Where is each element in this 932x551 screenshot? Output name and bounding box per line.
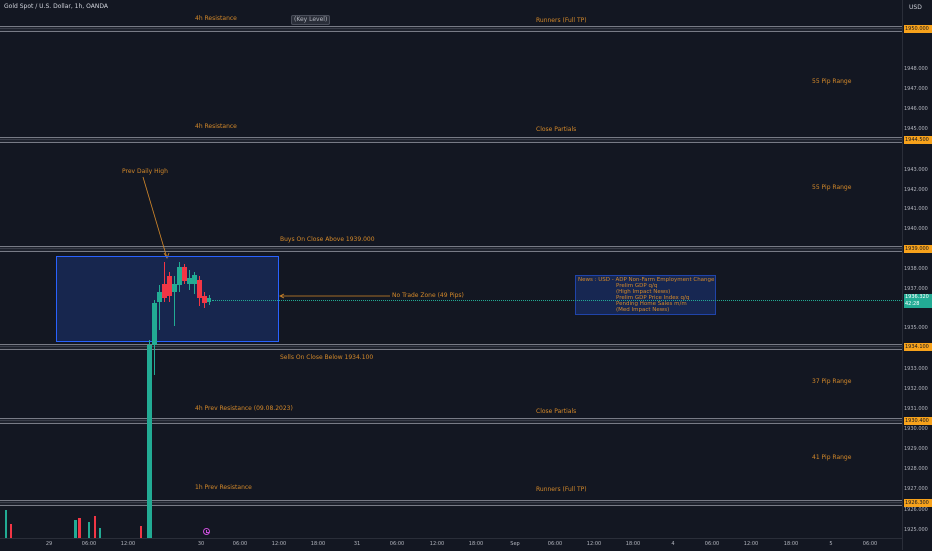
price-label: 1935.000 xyxy=(904,325,928,331)
price-label: 1927.000 xyxy=(904,486,928,492)
current-price-tag: 1936.320 42:28 xyxy=(904,294,932,308)
time-label: 18:00 xyxy=(625,541,641,547)
current-price-line xyxy=(212,300,902,301)
news-line-6: (Med Impact News) xyxy=(616,307,670,313)
candle-body xyxy=(147,345,152,538)
time-label: 06:00 xyxy=(862,541,878,547)
price-label: 1926.000 xyxy=(904,507,928,513)
price-label: 1930.000 xyxy=(904,426,928,432)
price-label: 1933.000 xyxy=(904,366,928,372)
price-tag-1939: 1939.000 xyxy=(904,245,932,253)
price-label: 1947.000 xyxy=(904,86,928,92)
price-tag-1930-4: 1930.400 xyxy=(904,417,932,425)
time-label: 06:00 xyxy=(232,541,248,547)
price-label: 1943.000 xyxy=(904,167,928,173)
chart-pane[interactable]: Gold Spot / U.S. Dollar, 1h, OANDA 4h Re… xyxy=(0,0,902,538)
currency-label[interactable]: USD xyxy=(909,4,922,11)
price-label: 1946.000 xyxy=(904,106,928,112)
price-label: 1928.000 xyxy=(904,466,928,472)
price-label: 1937.000 xyxy=(904,286,928,292)
price-label: 1929.000 xyxy=(904,446,928,452)
price-tag-1934-1: 1934.100 xyxy=(904,343,932,351)
time-label: 18:00 xyxy=(310,541,326,547)
time-label: Sep xyxy=(510,541,520,547)
time-label: 06:00 xyxy=(81,541,97,547)
price-tag-1926-3: 1926.300 xyxy=(904,499,932,507)
time-label: 29 xyxy=(45,541,53,547)
price-label: 1931.000 xyxy=(904,406,928,412)
time-label: 18:00 xyxy=(468,541,484,547)
price-label: 1948.000 xyxy=(904,66,928,72)
time-label: 12:00 xyxy=(429,541,445,547)
time-label: 31 xyxy=(353,541,361,547)
price-label: 1942.000 xyxy=(904,187,928,193)
clock-icon[interactable] xyxy=(203,528,210,535)
time-label: 5 xyxy=(829,541,833,547)
time-label: 06:00 xyxy=(389,541,405,547)
time-label: 12:00 xyxy=(120,541,136,547)
time-label: 12:00 xyxy=(271,541,287,547)
time-label: 12:00 xyxy=(743,541,759,547)
time-label: 30 xyxy=(197,541,205,547)
price-label: 1925.000 xyxy=(904,527,928,533)
price-tag-1950: 1950.000 xyxy=(904,25,932,33)
current-price-value: 1936.320 xyxy=(905,294,929,300)
no-trade-zone[interactable] xyxy=(56,256,279,342)
time-label: 06:00 xyxy=(704,541,720,547)
price-label: 1941.000 xyxy=(904,206,928,212)
price-tag-1944-5: 1944.500 xyxy=(904,136,932,144)
price-label: 1932.000 xyxy=(904,386,928,392)
countdown-value: 42:28 xyxy=(905,301,920,307)
price-label: 1940.000 xyxy=(904,226,928,232)
candle-body xyxy=(207,298,211,302)
candle-body xyxy=(172,284,177,292)
price-label: 1938.000 xyxy=(904,266,928,272)
price-axis[interactable]: USD 1950.000 1948.000 1947.000 1946.000 … xyxy=(902,0,932,550)
candle-body xyxy=(152,303,157,345)
news-box[interactable]: News : USD - ADP Non-Farm Employment Cha… xyxy=(575,275,716,315)
time-label: 12:00 xyxy=(586,541,602,547)
price-label: 1945.000 xyxy=(904,126,928,132)
time-label: 06:00 xyxy=(547,541,563,547)
time-axis[interactable]: 29 06:00 12:00 30 06:00 12:00 18:00 31 0… xyxy=(0,538,902,551)
time-label: 4 xyxy=(671,541,675,547)
time-label: 18:00 xyxy=(783,541,799,547)
